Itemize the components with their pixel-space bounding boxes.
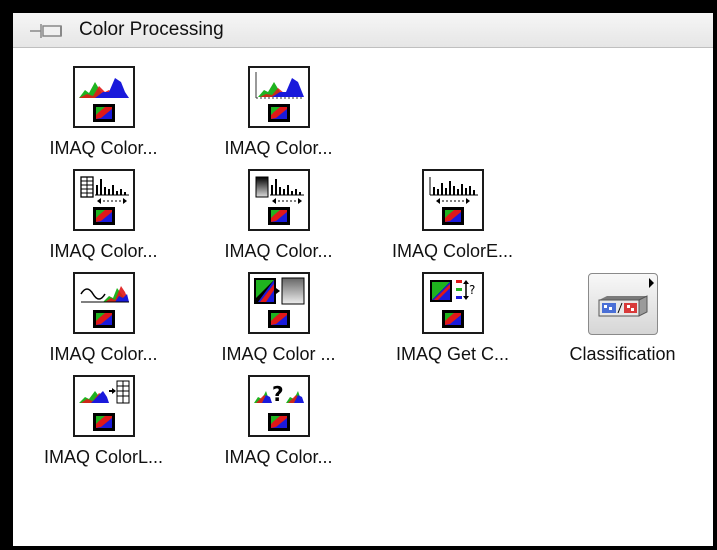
color-learn-icon xyxy=(72,375,135,437)
classification-subpalette-icon xyxy=(587,273,658,335)
palette-item-color-learn[interactable]: IMAQ ColorL... xyxy=(21,375,186,479)
color-processing-palette: Color Processing IMAQ Color... IMAQ Colo… xyxy=(0,0,717,550)
palette-item-color-match[interactable]: ? IMAQ Color... xyxy=(196,375,361,479)
palette-panel: Color Processing IMAQ Color... IMAQ Colo… xyxy=(13,13,713,546)
palette-item-color-histogram[interactable]: IMAQ Color... xyxy=(21,66,186,170)
palette-item-label: IMAQ Color ... xyxy=(221,344,336,364)
palette-title-bar: Color Processing xyxy=(13,13,713,48)
color-histogram-icon xyxy=(72,66,135,128)
color-histogram-graph-icon xyxy=(247,66,310,128)
color-threshold-icon xyxy=(72,272,135,334)
pushpin-icon[interactable] xyxy=(29,21,65,41)
palette-item-label: IMAQ Color... xyxy=(224,241,333,261)
svg-text:?: ? xyxy=(469,283,475,297)
color-equalize-icon xyxy=(421,169,484,231)
palette-item-classification[interactable]: Classification xyxy=(540,272,705,376)
palette-content: IMAQ Color... IMAQ Color... IMAQ Color..… xyxy=(13,48,713,546)
get-color-pixel-icon: ? xyxy=(421,272,484,334)
palette-item-color-lookup[interactable]: IMAQ Color... xyxy=(21,169,186,273)
color-lookup-histogram-icon xyxy=(72,169,135,231)
palette-item-get-color-pixel[interactable]: ? IMAQ Get C... xyxy=(370,272,535,376)
color-match-icon: ? xyxy=(247,375,310,437)
palette-item-label: IMAQ Color... xyxy=(49,344,158,364)
palette-title: Color Processing xyxy=(79,19,224,40)
palette-item-label: IMAQ ColorE... xyxy=(391,241,514,261)
palette-item-label: IMAQ Color... xyxy=(49,241,158,261)
palette-item-label: IMAQ Color... xyxy=(224,447,333,467)
palette-item-color-equalize-gradient[interactable]: IMAQ Color... xyxy=(196,169,361,273)
palette-item-label: IMAQ Get C... xyxy=(395,344,510,364)
palette-item-color-equalize[interactable]: IMAQ ColorE... xyxy=(370,169,535,273)
palette-item-color-threshold[interactable]: IMAQ Color... xyxy=(21,272,186,376)
color-replace-icon xyxy=(247,272,310,334)
palette-item-label: Classification xyxy=(569,344,676,364)
palette-item-color-replace[interactable]: IMAQ Color ... xyxy=(196,272,361,376)
palette-item-label: IMAQ Color... xyxy=(49,138,158,158)
palette-item-label: IMAQ ColorL... xyxy=(43,447,164,467)
svg-text:?: ? xyxy=(272,382,284,406)
palette-item-label: IMAQ Color... xyxy=(224,138,333,158)
palette-item-color-histogram-graph[interactable]: IMAQ Color... xyxy=(196,66,361,170)
color-equalize-gradient-icon xyxy=(247,169,310,231)
